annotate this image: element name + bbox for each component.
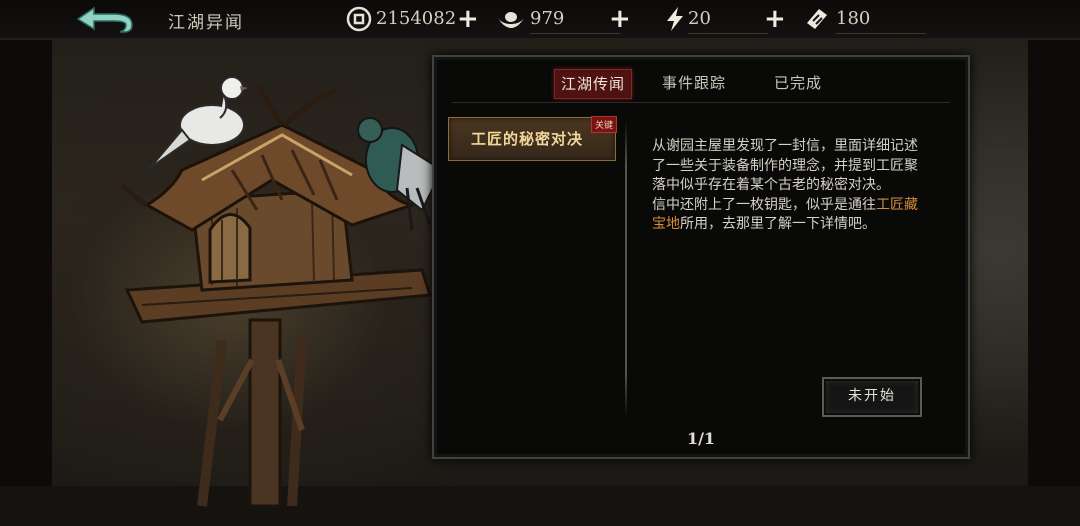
description-paragraph-2-end: 所用，去那里了解一下详情吧。 — [680, 216, 876, 232]
silver-value: 979 — [530, 8, 565, 29]
tab-divider — [452, 102, 950, 103]
not-started-button[interactable]: 未开始 — [822, 377, 922, 417]
pigeon-house-illustration — [120, 76, 444, 508]
coin-value: 2154082 — [376, 8, 457, 29]
tab-jianghu-rumors[interactable]: 江湖传闻 — [554, 69, 633, 99]
quest-list-item[interactable]: 工匠的秘密对决 关键 — [448, 116, 617, 161]
description-paragraph-1: 从谢园主屋里发现了一封信，里面详细记述了一些关于装备制作的理念，并提到工匠聚落中… — [652, 138, 918, 193]
back-button[interactable] — [74, 5, 136, 35]
left-edge-shade — [0, 40, 52, 486]
add-stamina-button[interactable]: + — [764, 6, 786, 32]
ticket-counter: 180 — [804, 4, 934, 34]
stamina-underline — [688, 33, 768, 34]
silver-ingot-icon — [498, 12, 524, 28]
top-bar: 江湖异闻 2154082 + 979 + 20 + 180 — [0, 0, 1080, 38]
page-title: 江湖异闻 — [168, 13, 244, 33]
ticket-value: 180 — [836, 8, 871, 29]
coin-icon — [346, 6, 372, 32]
column-divider — [625, 121, 627, 417]
right-edge-shade — [1028, 40, 1080, 486]
silver-underline — [530, 33, 620, 34]
quest-description: 从谢园主屋里发现了一封信，里面详细记述了一些关于装备制作的理念，并提到工匠聚落中… — [652, 137, 920, 235]
key-quest-badge: 关键 — [590, 116, 617, 133]
back-arrow-icon — [76, 6, 133, 33]
ticket-underline — [836, 33, 926, 34]
stamina-value: 20 — [688, 8, 711, 29]
stamina-counter: 20 — [662, 4, 772, 34]
tab-event-tracking[interactable]: 事件跟踪 — [662, 69, 726, 97]
lightning-icon — [667, 7, 683, 31]
add-silver-button[interactable]: + — [609, 6, 631, 32]
tab-completed[interactable]: 已完成 — [774, 69, 822, 97]
page-indicator: 1/1 — [686, 429, 716, 448]
add-coins-button[interactable]: + — [457, 6, 479, 32]
description-paragraph-2-start: 信中还附上了一枚钥匙，似乎是通往 — [652, 196, 876, 213]
rumor-panel: 江湖传闻 事件跟踪 已完成 工匠的秘密对决 关键 从谢园主屋里发现了一封信，里面… — [432, 55, 970, 459]
quest-title: 工匠的秘密对决 — [471, 130, 584, 148]
tab-bar: 江湖传闻 事件跟踪 已完成 — [554, 69, 854, 99]
ticket-icon — [807, 9, 827, 29]
